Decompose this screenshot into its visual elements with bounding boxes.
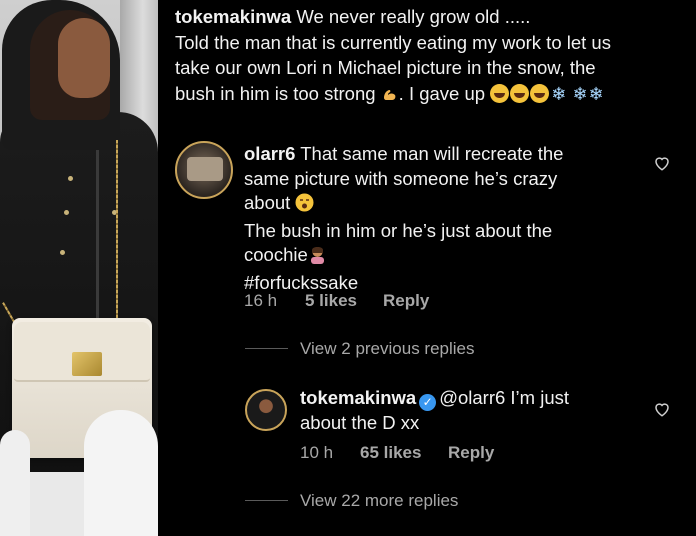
heart-icon[interactable]	[653, 400, 671, 418]
laughing-emoji-icon	[490, 83, 510, 103]
reply-meta: 10 h 65 likes Reply	[300, 443, 494, 463]
snowflake-emoji-icon: ❄	[572, 83, 588, 104]
caption-line-3: take our own Lori n Michael picture in t…	[175, 57, 596, 78]
comment-line-2: same picture with someone he’s crazy	[244, 167, 558, 189]
comment-line-6: #forfuckssake	[244, 271, 359, 293]
reply-line-2: about the D xx	[300, 412, 420, 433]
comment-meta: 16 h 5 likes Reply	[244, 291, 429, 311]
avatar[interactable]	[245, 389, 287, 431]
avatar[interactable]	[175, 141, 233, 199]
gasp-emoji-icon	[295, 193, 314, 219]
comment-line-4: The bush in him or he’s just about the	[244, 219, 553, 241]
verified-icon: ✓	[419, 394, 437, 411]
post-caption: tokemakinwa We never really grow old ...…	[175, 4, 690, 109]
comment-likes[interactable]: 5 likes	[305, 291, 383, 311]
comment-olarr6: olarr6 That same man will recreate the s…	[244, 142, 604, 295]
reply-username[interactable]: tokemakinwa	[300, 387, 416, 408]
caption-line-4: bush in him is too strong	[175, 82, 376, 104]
muscle-emoji-icon	[381, 84, 399, 110]
reply-mention[interactable]: @olarr6	[439, 387, 505, 408]
comment-line-1: That same man will recreate the	[300, 143, 564, 164]
view-previous-replies[interactable]: View 2 previous replies	[300, 339, 475, 359]
caption-line-1: We never really grow old .....	[296, 6, 531, 27]
reply-likes[interactable]: 65 likes	[360, 443, 448, 463]
caption-line-4-end: . I gave up	[398, 82, 486, 104]
comments-panel: tokemakinwa We never really grow old ...…	[158, 0, 696, 536]
divider	[245, 500, 288, 501]
laughing-emoji-icon	[530, 83, 550, 103]
view-more-replies[interactable]: View 22 more replies	[300, 491, 458, 511]
reply-line-1: I’m just	[510, 387, 569, 408]
heart-icon[interactable]	[653, 154, 671, 172]
comment-time: 16 h	[244, 291, 278, 310]
post-photo	[0, 0, 158, 536]
laughing-emoji-icon	[510, 83, 530, 103]
reply-time: 10 h	[300, 443, 334, 462]
snowman	[84, 410, 158, 536]
facepalm-emoji-icon	[308, 245, 327, 271]
comment-username[interactable]: olarr6	[244, 143, 295, 164]
snowflake-emoji-icon: ❄	[588, 83, 604, 104]
reply-button[interactable]: Reply	[383, 291, 429, 311]
comment-line-3: about	[244, 192, 291, 213]
caption-line-2: Told the man that is currently eating my…	[175, 31, 611, 53]
comment-line-5: coochie	[244, 244, 308, 265]
divider	[245, 348, 288, 349]
caption-username[interactable]: tokemakinwa	[175, 6, 291, 27]
reply-button[interactable]: Reply	[448, 443, 494, 463]
snowflake-emoji-icon: ❄	[551, 83, 567, 104]
reply-tokemakinwa: tokemakinwa ✓ @olarr6 I’m just about the D…	[300, 386, 640, 436]
